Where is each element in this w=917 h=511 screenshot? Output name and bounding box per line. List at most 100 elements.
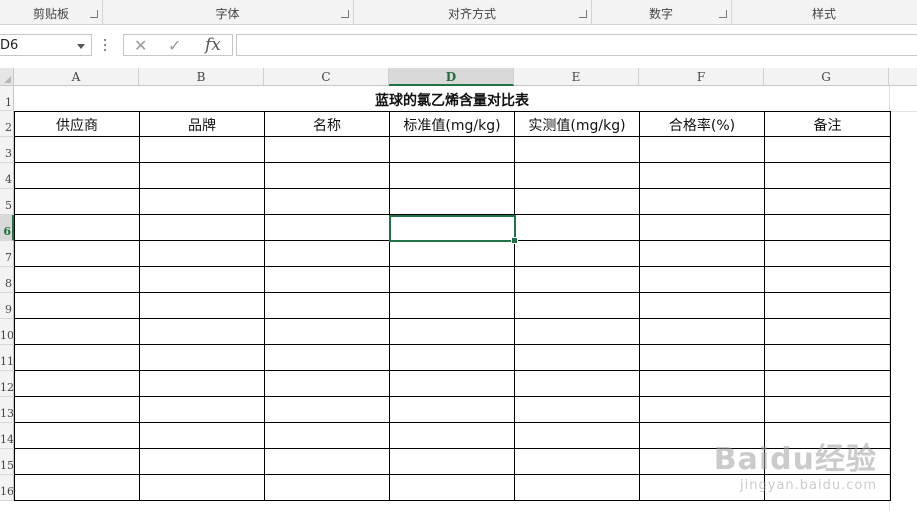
cell[interactable] bbox=[139, 292, 265, 319]
cell[interactable] bbox=[639, 318, 765, 345]
cell[interactable] bbox=[764, 162, 891, 189]
dialog-launcher-icon[interactable] bbox=[341, 10, 349, 18]
row-header[interactable]: 4 bbox=[0, 163, 14, 189]
cell[interactable] bbox=[264, 448, 390, 475]
row-header[interactable]: 1 bbox=[0, 86, 14, 111]
column-header[interactable]: G bbox=[764, 68, 889, 86]
cell[interactable] bbox=[514, 266, 640, 293]
cell[interactable] bbox=[514, 292, 640, 319]
cell[interactable] bbox=[139, 448, 265, 475]
cell[interactable] bbox=[139, 344, 265, 371]
column-header[interactable]: B bbox=[139, 68, 264, 86]
cell[interactable] bbox=[139, 136, 265, 163]
cell[interactable] bbox=[264, 162, 390, 189]
cancel-icon[interactable]: ✕ bbox=[134, 36, 147, 55]
cell[interactable] bbox=[764, 448, 891, 475]
cell[interactable] bbox=[514, 162, 640, 189]
cell[interactable] bbox=[514, 448, 640, 475]
cell[interactable] bbox=[764, 214, 891, 241]
cell[interactable] bbox=[139, 474, 265, 501]
cell[interactable] bbox=[139, 318, 265, 345]
cell[interactable] bbox=[14, 370, 140, 397]
dialog-launcher-icon[interactable] bbox=[579, 10, 587, 18]
cell[interactable] bbox=[639, 422, 765, 449]
cell[interactable] bbox=[764, 370, 891, 397]
column-header-selected[interactable]: D bbox=[389, 68, 514, 86]
cell[interactable] bbox=[389, 370, 515, 397]
cell[interactable] bbox=[764, 136, 891, 163]
row-header[interactable]: 15 bbox=[0, 449, 14, 475]
cell[interactable] bbox=[139, 240, 265, 267]
cell[interactable] bbox=[264, 422, 390, 449]
cell[interactable] bbox=[514, 240, 640, 267]
header-cell-name[interactable]: 名称 bbox=[264, 111, 390, 137]
header-cell-standard-value[interactable]: 标准值(mg/kg) bbox=[389, 111, 515, 137]
active-cell-selection[interactable] bbox=[389, 215, 518, 244]
cell[interactable] bbox=[514, 422, 640, 449]
cell[interactable] bbox=[264, 214, 390, 241]
cell[interactable] bbox=[14, 318, 140, 345]
chevron-down-icon[interactable] bbox=[77, 44, 85, 49]
row-header-selected[interactable]: 6 bbox=[0, 215, 14, 241]
cell[interactable] bbox=[139, 188, 265, 215]
cell[interactable] bbox=[389, 240, 515, 267]
cell[interactable] bbox=[639, 292, 765, 319]
row-header[interactable]: 8 bbox=[0, 267, 14, 293]
cell[interactable] bbox=[389, 344, 515, 371]
cell[interactable] bbox=[764, 318, 891, 345]
fill-handle[interactable] bbox=[511, 237, 518, 244]
cell[interactable] bbox=[14, 188, 140, 215]
cell[interactable] bbox=[389, 448, 515, 475]
cell[interactable] bbox=[264, 344, 390, 371]
cell[interactable] bbox=[14, 474, 140, 501]
row-header[interactable]: 10 bbox=[0, 319, 14, 345]
cell[interactable] bbox=[14, 162, 140, 189]
row-header[interactable]: 12 bbox=[0, 371, 14, 397]
cell[interactable] bbox=[764, 266, 891, 293]
row-header[interactable]: 16 bbox=[0, 475, 14, 501]
row-header[interactable]: 2 bbox=[0, 111, 14, 137]
cell[interactable] bbox=[389, 474, 515, 501]
cell[interactable] bbox=[14, 344, 140, 371]
cell[interactable] bbox=[514, 396, 640, 423]
cell[interactable] bbox=[14, 214, 140, 241]
cell[interactable] bbox=[14, 136, 140, 163]
cell[interactable] bbox=[389, 292, 515, 319]
cell[interactable] bbox=[264, 240, 390, 267]
cell[interactable] bbox=[264, 188, 390, 215]
cell[interactable] bbox=[264, 318, 390, 345]
cell[interactable] bbox=[389, 188, 515, 215]
header-cell-measured-value[interactable]: 实测值(mg/kg) bbox=[514, 111, 640, 137]
header-cell-supplier[interactable]: 供应商 bbox=[14, 111, 140, 137]
cell[interactable] bbox=[639, 214, 765, 241]
cell[interactable] bbox=[764, 422, 891, 449]
cell[interactable] bbox=[139, 162, 265, 189]
row-header[interactable]: 9 bbox=[0, 293, 14, 319]
dialog-launcher-icon[interactable] bbox=[719, 10, 727, 18]
cell[interactable] bbox=[389, 396, 515, 423]
name-box[interactable]: D6 bbox=[0, 34, 92, 56]
sheet-area[interactable]: 蓝球的氯乙烯含量对比表 供应商 品牌 名称 标准值(mg/kg) 实测值(mg/… bbox=[14, 86, 917, 511]
cell[interactable] bbox=[764, 474, 891, 501]
sheet-title-cell[interactable]: 蓝球的氯乙烯含量对比表 bbox=[14, 86, 890, 111]
cell[interactable] bbox=[264, 266, 390, 293]
cell[interactable] bbox=[14, 266, 140, 293]
formula-input[interactable] bbox=[236, 34, 917, 56]
row-header[interactable]: 7 bbox=[0, 241, 14, 267]
row-header[interactable]: 13 bbox=[0, 397, 14, 423]
cell[interactable] bbox=[139, 370, 265, 397]
cell[interactable] bbox=[14, 448, 140, 475]
column-header[interactable]: F bbox=[639, 68, 764, 86]
row-header[interactable]: 5 bbox=[0, 189, 14, 215]
cell[interactable] bbox=[514, 188, 640, 215]
cell[interactable] bbox=[514, 370, 640, 397]
cell[interactable] bbox=[639, 188, 765, 215]
header-cell-remarks[interactable]: 备注 bbox=[764, 111, 891, 137]
cell[interactable] bbox=[14, 292, 140, 319]
cell[interactable] bbox=[264, 136, 390, 163]
cell[interactable] bbox=[14, 396, 140, 423]
dialog-launcher-icon[interactable] bbox=[90, 10, 98, 18]
cell[interactable] bbox=[139, 214, 265, 241]
cell[interactable] bbox=[639, 266, 765, 293]
cell[interactable] bbox=[514, 214, 640, 241]
